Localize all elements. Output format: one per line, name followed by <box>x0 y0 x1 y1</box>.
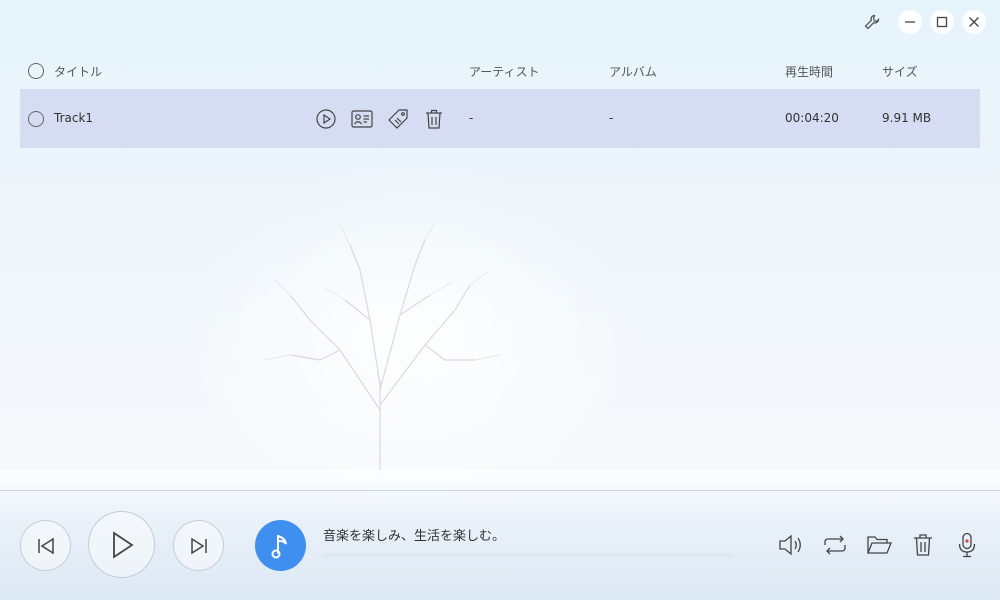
play-circle-icon[interactable] <box>314 107 338 131</box>
next-track-button[interactable] <box>173 520 224 571</box>
header-duration: 再生時間 <box>785 65 834 79</box>
list-header: タイトル アーティスト アルバム 再生時間 サイズ <box>20 56 980 86</box>
repeat-button[interactable] <box>820 530 849 559</box>
record-button[interactable] <box>952 530 981 559</box>
record-dot <box>964 538 969 543</box>
header-title: タイトル <box>54 65 103 79</box>
previous-track-button[interactable] <box>20 520 71 571</box>
repeat-icon <box>823 535 846 554</box>
delete-button[interactable] <box>908 530 937 559</box>
now-playing-artwork <box>255 520 306 571</box>
track-title: Track1 <box>54 111 94 125</box>
row-actions <box>314 107 446 131</box>
player-divider <box>0 490 1000 491</box>
minimize-button[interactable] <box>898 10 922 34</box>
track-size: 9.91 MB <box>882 111 932 125</box>
volume-icon <box>778 534 801 555</box>
row-checkbox[interactable] <box>28 111 44 127</box>
play-button[interactable] <box>88 511 155 578</box>
wrench-icon[interactable] <box>860 10 884 34</box>
table-row[interactable]: Track1 - - 00:04:20 9.91 MB <box>20 89 980 148</box>
skip-previous-icon <box>37 537 54 554</box>
track-album: - <box>609 111 614 125</box>
maximize-icon <box>936 16 948 28</box>
select-all-checkbox[interactable] <box>28 63 44 79</box>
play-icon <box>112 530 134 559</box>
track-duration: 00:04:20 <box>785 111 839 125</box>
close-button[interactable] <box>962 10 986 34</box>
trash-icon <box>913 533 932 556</box>
microphone-icon <box>958 532 975 557</box>
minimize-icon <box>905 21 915 23</box>
trash-icon[interactable] <box>422 107 446 131</box>
skip-next-icon <box>190 537 207 554</box>
maximize-button[interactable] <box>930 10 954 34</box>
tag-icon[interactable] <box>386 107 410 131</box>
contact-card-icon[interactable] <box>350 107 374 131</box>
header-size: サイズ <box>882 65 918 79</box>
folder-icon <box>866 535 892 554</box>
tree-illustration <box>264 221 501 475</box>
open-folder-button[interactable] <box>864 530 893 559</box>
progress-bar[interactable] <box>323 553 733 557</box>
window-controls <box>860 10 986 34</box>
header-artist: アーティスト <box>469 65 540 79</box>
volume-button[interactable] <box>776 530 805 559</box>
close-icon <box>969 17 979 27</box>
now-playing-text: 音楽を楽しみ、生活を楽しむ。 <box>323 529 506 544</box>
track-artist: - <box>469 111 474 125</box>
header-album: アルバム <box>609 65 657 79</box>
music-note-icon <box>271 534 287 558</box>
player-tools <box>776 530 981 559</box>
